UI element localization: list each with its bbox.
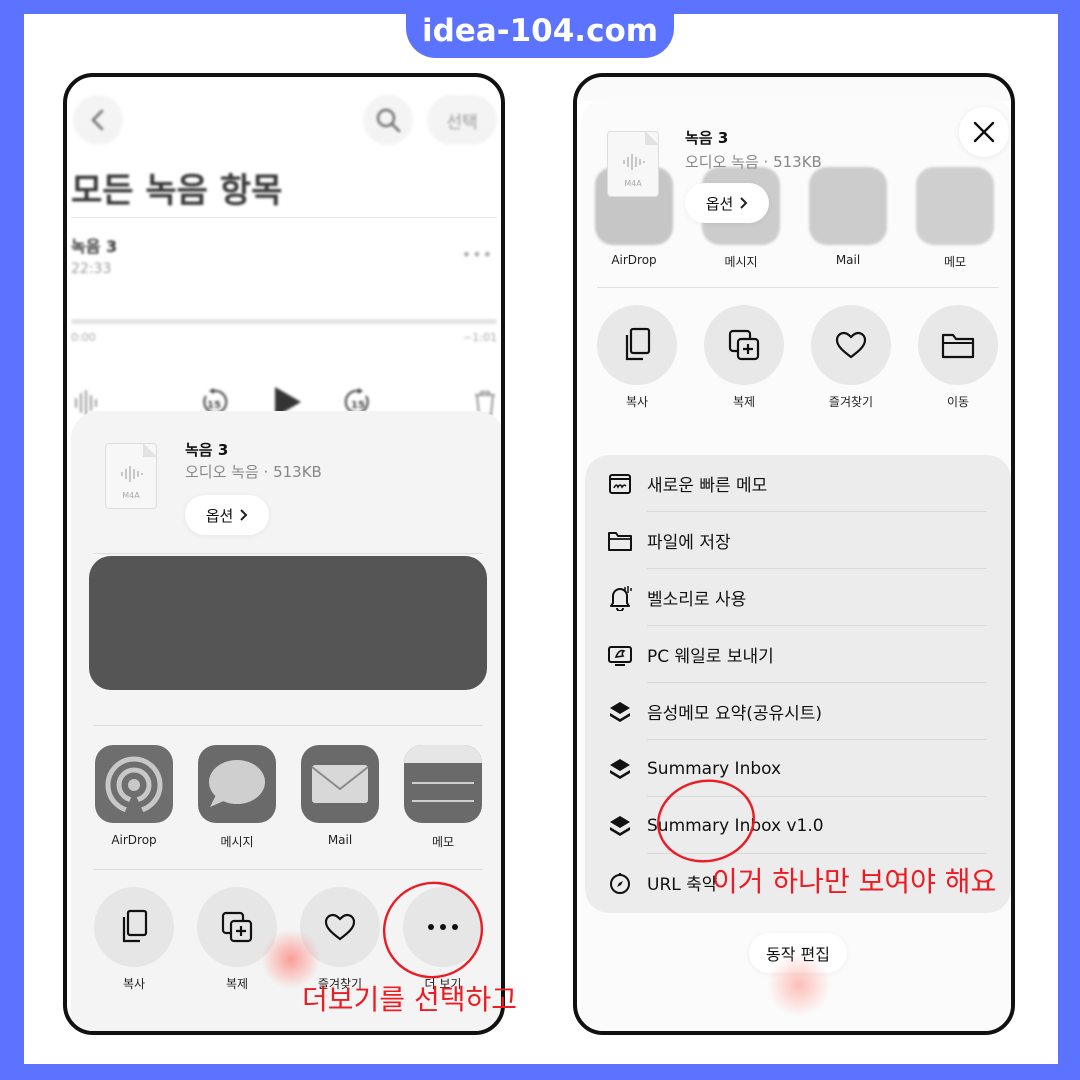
annotation-layer <box>382 779 755 979</box>
site-tab: idea-104.com <box>406 0 674 58</box>
annotation-left: 더보기를 선택하고 <box>302 983 517 1016</box>
annotation-circle-summary <box>657 779 755 863</box>
annotation-right: 이거 하나만 보여야 해요 <box>712 865 997 898</box>
annotation-circle-more <box>382 881 484 979</box>
